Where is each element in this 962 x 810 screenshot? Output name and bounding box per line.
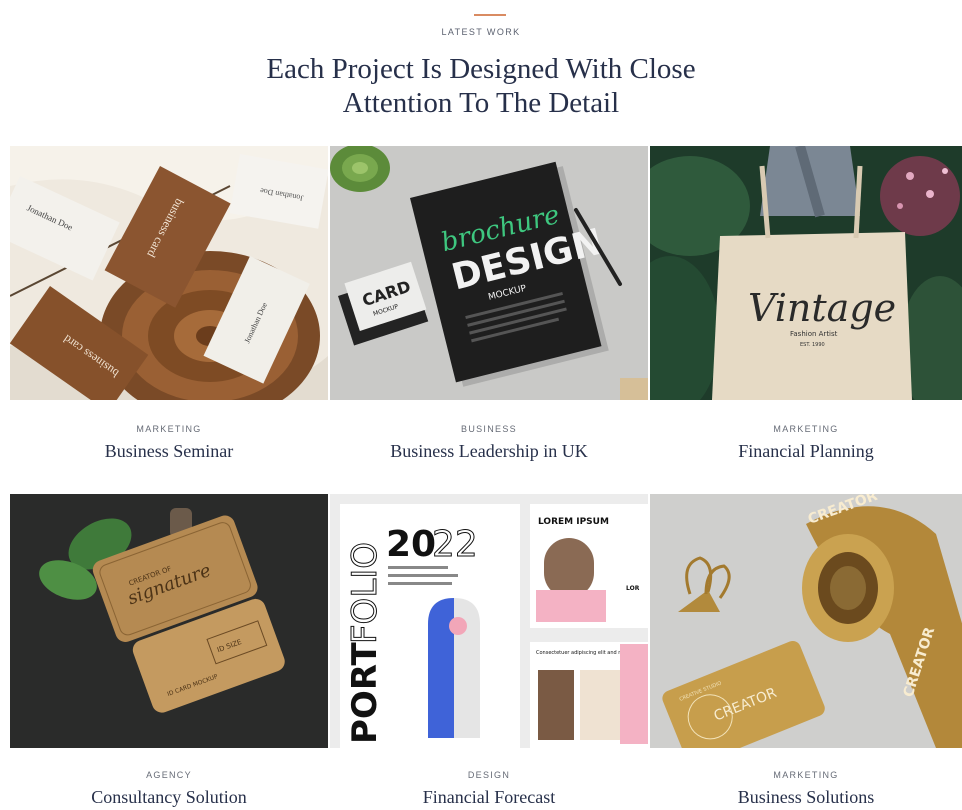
project-category: MARKETING <box>773 424 839 434</box>
project-title[interactable]: Business Leadership in UK <box>330 441 648 462</box>
section-title: Each Project Is Designed With Close Atte… <box>0 52 962 120</box>
section-title-line-1: Each Project Is Designed With Close <box>266 53 696 85</box>
project-title[interactable]: Financial Forecast <box>330 787 648 808</box>
portfolio-mockup-image: 20 22 PORT FOLIO LOREM IPSUM LOR Consect… <box>330 494 648 748</box>
project-category: AGENCY <box>146 770 192 780</box>
gold-tape-mockup-image: CREATIVE STUDIO CREATOR CREATOR CREATOR <box>650 494 962 748</box>
brochure-mockup-image: brochure DESIGN MOCKUP CARD MOCKUP <box>330 146 648 400</box>
id-card-mockup-image: CREATOR OF signature ID SIZE ID CARD MOC… <box>10 494 328 748</box>
project-image-business-seminar[interactable]: Jonathan Doe business card Jonathan Doe … <box>10 146 328 400</box>
project-image-business-leadership[interactable]: brochure DESIGN MOCKUP CARD MOCKUP <box>330 146 648 400</box>
tote-script-text: Vintage <box>748 286 896 330</box>
project-title[interactable]: Business Seminar <box>10 441 328 462</box>
lorem-heading-text: LOREM IPSUM <box>538 517 609 527</box>
project-category: DESIGN <box>467 770 511 780</box>
project-category: BUSINESS <box>461 424 517 434</box>
portfolio-light-text: FOLIO <box>345 542 385 644</box>
section-eyebrow: LATEST WORK <box>441 27 521 37</box>
tote-est-text: EST. 1990 <box>800 342 825 348</box>
project-category: MARKETING <box>136 424 202 434</box>
project-category: MARKETING <box>773 770 839 780</box>
tote-bag-mockup-image: Vintage Fashion Artist EST. 1990 <box>650 146 962 400</box>
portfolio-bold-text: PORT <box>345 642 385 744</box>
year-bold-text: 20 <box>386 524 436 565</box>
project-image-business-solutions[interactable]: CREATIVE STUDIO CREATOR CREATOR CREATOR <box>650 494 962 748</box>
tote-sub-text: Fashion Artist <box>790 330 838 338</box>
paragraph-head-text: Consectetuer adipiscing elit and more <box>536 650 631 656</box>
year-light-text: 22 <box>432 524 478 565</box>
project-title[interactable]: Financial Planning <box>650 441 962 462</box>
business-card-mockup-image: Jonathan Doe business card Jonathan Doe … <box>10 146 328 400</box>
section-title-line-2: Attention To The Detail <box>342 87 620 119</box>
section-accent-line <box>474 14 506 16</box>
project-image-consultancy-solution[interactable]: CREATOR OF signature ID SIZE ID CARD MOC… <box>10 494 328 748</box>
lorem-short-text: LOR <box>626 585 640 592</box>
project-title[interactable]: Consultancy Solution <box>10 787 328 808</box>
project-image-financial-planning[interactable]: Vintage Fashion Artist EST. 1990 <box>650 146 962 400</box>
project-image-financial-forecast[interactable]: 20 22 PORT FOLIO LOREM IPSUM LOR Consect… <box>330 494 648 748</box>
succulent-icon <box>330 146 390 192</box>
project-title[interactable]: Business Solutions <box>650 787 962 808</box>
